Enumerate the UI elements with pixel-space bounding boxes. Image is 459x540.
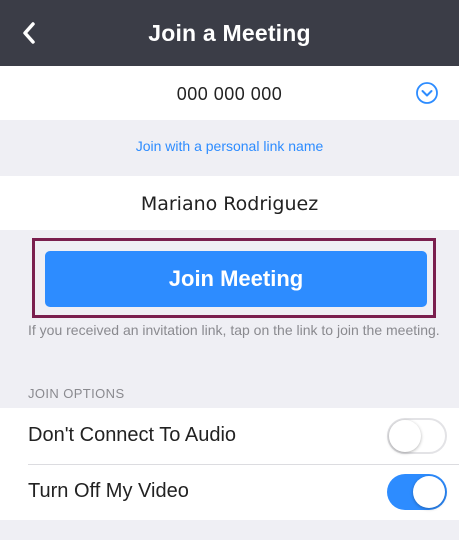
toggle-knob <box>389 420 421 452</box>
display-name-row <box>0 176 459 230</box>
meeting-id-row <box>0 66 459 120</box>
top-bar: Join a Meeting <box>0 0 459 66</box>
personal-link-name-link[interactable]: Join with a personal link name <box>0 138 459 154</box>
turn-off-video-toggle[interactable] <box>387 474 447 510</box>
option-row-turn-off-video: Turn Off My Video <box>0 464 459 520</box>
meeting-id-dropdown-button[interactable] <box>415 81 439 105</box>
display-name-input[interactable] <box>40 190 419 218</box>
dont-connect-audio-toggle[interactable] <box>387 418 447 454</box>
page-title: Join a Meeting <box>148 20 311 46</box>
toggle-knob <box>413 476 445 508</box>
chevron-down-circle-icon <box>416 82 438 104</box>
option-label: Don't Connect To Audio <box>28 424 237 446</box>
divider <box>28 464 459 465</box>
option-row-dont-connect-audio: Don't Connect To Audio <box>0 408 459 464</box>
invitation-hint-text: If you received an invitation link, tap … <box>28 322 440 338</box>
join-meeting-button[interactable]: Join Meeting <box>45 251 427 307</box>
option-label: Turn Off My Video <box>28 480 189 502</box>
meeting-id-input[interactable] <box>60 80 399 108</box>
join-options-header: JOIN OPTIONS <box>28 386 125 401</box>
